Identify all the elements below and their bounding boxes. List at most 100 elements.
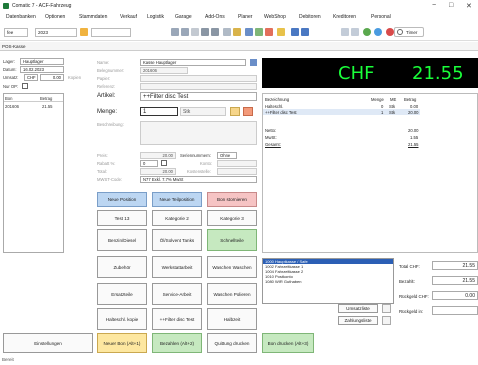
beschreibung-field[interactable] — [140, 121, 257, 145]
building-icon[interactable] — [201, 28, 209, 36]
ersatzteile-button[interactable]: Ersatzteile — [97, 283, 147, 305]
menu-personal[interactable]: Personal — [371, 14, 391, 20]
datum-label: Datum: — [3, 67, 17, 72]
test13-button[interactable]: Test 13 — [97, 210, 147, 226]
next-record-icon[interactable] — [341, 28, 349, 36]
service-button[interactable]: Service-Arbeit — [152, 283, 202, 305]
schnellteile-button[interactable]: Schnellteile — [207, 229, 257, 251]
filter-button[interactable]: ++Filter disc Test — [152, 308, 202, 330]
minimize-button[interactable]: − — [432, 2, 436, 9]
quittung-button[interactable]: Quittung drucken — [207, 333, 257, 353]
oel-button[interactable]: Öl/Solvent Tanks — [152, 229, 202, 251]
user-select[interactable]: fee — [4, 28, 28, 37]
calendar-icon[interactable] — [277, 28, 285, 36]
rabatt-field[interactable]: 0 — [140, 160, 158, 167]
neue-position-button[interactable]: Neue Position — [97, 192, 147, 207]
chart-icon[interactable] — [211, 28, 219, 36]
umsatzliste-button[interactable]: Umsatzliste — [338, 304, 378, 313]
menu-webshop[interactable]: WebShop — [264, 14, 286, 20]
bezahlt-value[interactable]: 21.55 — [432, 276, 478, 285]
waschen-button[interactable]: Waschen Waschen — [207, 256, 257, 278]
benzin-button[interactable]: Benzin/Diesel — [97, 229, 147, 251]
menu-planer[interactable]: Planer — [238, 14, 252, 20]
export-icon[interactable] — [233, 28, 241, 36]
halteschl-button[interactable]: Halteschl. kopie — [97, 308, 147, 330]
maximize-button[interactable]: □ — [449, 2, 453, 9]
neue-teilposition-button[interactable]: Neue Teilposition — [152, 192, 202, 207]
werkstatt-button[interactable]: Werkstattarbeit — [152, 256, 202, 278]
calculator-icon[interactable] — [250, 59, 257, 66]
artikel-field[interactable]: ++Filter disc Test — [140, 92, 257, 101]
timer-button[interactable]: Timer — [394, 27, 424, 37]
menu-verkauf[interactable]: Verkauf — [120, 14, 137, 20]
halbzeit-button[interactable]: Halbzeit — [207, 308, 257, 330]
datum-field[interactable]: 16.02.2023 — [20, 66, 64, 73]
bon-stornieren-button[interactable]: Bon stornieren — [207, 192, 257, 207]
polieren-button[interactable]: Waschen Polieren — [207, 283, 257, 305]
referenz-field[interactable] — [140, 83, 257, 90]
bon-row-betrag[interactable]: 21.55 — [42, 104, 52, 109]
receipt-line-bez[interactable]: ++Filter disc Test — [265, 110, 297, 115]
payment-method-list[interactable]: 1000 Hauptkasse / Safe 1002 Fahrzeitkass… — [262, 258, 394, 304]
document-icon[interactable] — [223, 28, 231, 36]
funnel-icon[interactable] — [191, 28, 199, 36]
add-item-icon[interactable] — [243, 107, 253, 116]
previous-record-icon[interactable] — [301, 28, 309, 36]
display-currency: CHF — [338, 63, 375, 84]
close-button[interactable]: ✕ — [466, 2, 472, 10]
menu-datenbanken[interactable]: Datenbanken — [6, 14, 36, 20]
einheit-select[interactable]: Stk — [180, 107, 226, 116]
menu-stammdaten[interactable]: Stammdaten — [79, 14, 107, 20]
serien-label: Seriennummern: — [180, 153, 211, 158]
einstellungen-button[interactable]: Einstellungen — [3, 333, 93, 353]
nur-op-checkbox[interactable] — [22, 83, 28, 89]
first-record-icon[interactable] — [291, 28, 299, 36]
zahlungsliste-print-icon[interactable] — [382, 316, 391, 325]
name-field[interactable]: Kasse Hauptlager — [140, 59, 246, 66]
kostenstelle-select[interactable] — [217, 168, 257, 175]
neuer-bon-button[interactable]: Neuer Bon (Alt+1) — [97, 333, 147, 353]
menu-debitoren[interactable]: Debitoren — [299, 14, 321, 20]
rabatt-checkbox[interactable] — [161, 160, 167, 166]
menu-garage[interactable]: Garage — [175, 14, 192, 20]
kategorie2-button[interactable]: Kategorie 2 — [152, 210, 202, 226]
delete-icon[interactable] — [386, 28, 394, 36]
mwst-code-select[interactable]: N77 Exkl. 7.7% MwSt — [140, 176, 257, 183]
kategorie3-button[interactable]: Kategorie 3 — [207, 210, 257, 226]
zubehoer-button[interactable]: Zubehör — [97, 256, 147, 278]
bon-list[interactable] — [3, 93, 64, 253]
view-select[interactable] — [91, 28, 131, 37]
bon-row-nr[interactable]: 201606 — [5, 104, 19, 109]
filter-icon[interactable] — [171, 28, 179, 36]
tab-pos-kasse[interactable]: POS-Kasse — [2, 44, 26, 49]
print-icon[interactable] — [245, 28, 253, 36]
umsatzliste-print-icon[interactable] — [382, 304, 391, 313]
menu-logistik[interactable]: Logistik — [147, 14, 164, 20]
menge-field[interactable]: 1 — [140, 107, 178, 116]
bezahlen-button[interactable]: Bezahlen (Alt+2) — [152, 333, 202, 353]
umsatz-currency: CHF — [24, 74, 38, 81]
bon-drucken-button[interactable]: Bon drucken (Alt+3) — [262, 333, 314, 353]
name-label: Name: — [97, 60, 110, 65]
add-icon[interactable] — [363, 28, 371, 36]
payment-method-item[interactable]: 1080 WIR Guthaben — [263, 279, 393, 284]
serien-select[interactable]: Ohne — [217, 152, 237, 159]
rueckgeld-label: Rückgeld CHF: — [399, 294, 429, 299]
mail-icon[interactable] — [265, 28, 273, 36]
year-select[interactable]: 2023 — [35, 28, 77, 37]
menu-kreditoren[interactable]: Kreditoren — [333, 14, 356, 20]
papier-select[interactable] — [140, 75, 257, 82]
preis-field[interactable]: 20.00 — [140, 152, 176, 159]
star-icon[interactable] — [230, 107, 240, 116]
last-record-icon[interactable] — [351, 28, 359, 36]
folder-icon[interactable] — [80, 28, 88, 36]
monitor-icon[interactable] — [255, 28, 263, 36]
menu-addons[interactable]: Add-Ons — [205, 14, 225, 20]
total-chf-value: 21.55 — [432, 261, 478, 270]
menu-optionen[interactable]: Optionen — [45, 14, 65, 20]
refresh-icon[interactable] — [374, 28, 382, 36]
zahlungsliste-button[interactable]: Zahlungsliste — [338, 316, 378, 325]
konto-select[interactable] — [217, 160, 257, 167]
lager-select[interactable]: Hauptlager — [20, 58, 64, 65]
sort-icon[interactable] — [181, 28, 189, 36]
